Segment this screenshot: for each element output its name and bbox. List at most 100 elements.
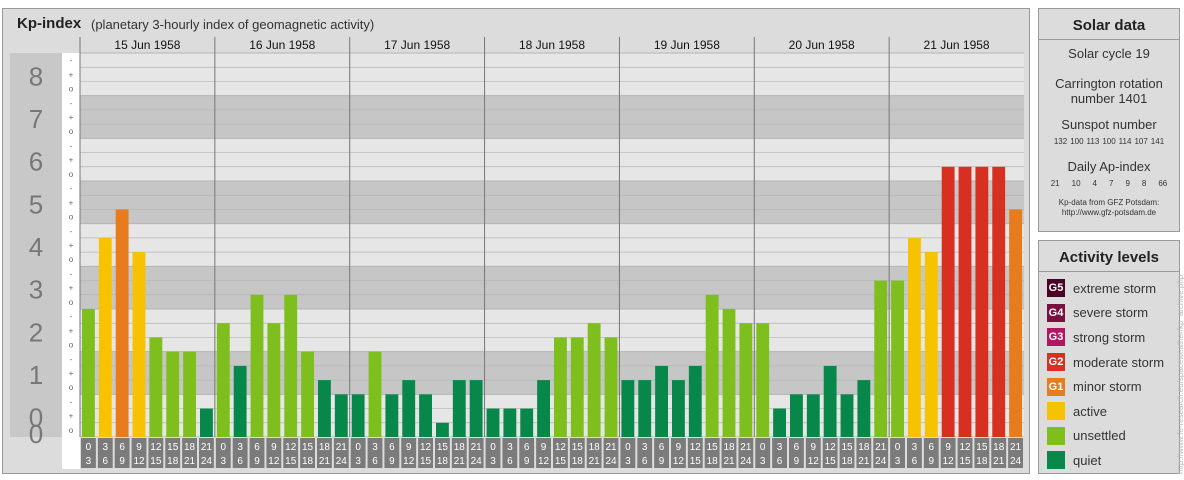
interval-start-label: 3	[912, 442, 918, 453]
kp-bar	[739, 323, 753, 437]
interval-end-label: 24	[336, 456, 348, 467]
interval-start-label: 0	[490, 442, 496, 453]
interval-start-label: 6	[929, 442, 935, 453]
y-tick-label: 6	[29, 147, 43, 177]
minor-tick-label: o	[69, 255, 74, 264]
interval-end-label: 24	[605, 456, 617, 467]
legend-swatch: G3	[1047, 328, 1065, 347]
solar-data-title: Solar data	[1072, 17, 1146, 34]
interval-end-label: 24	[471, 456, 483, 467]
source-link[interactable]: http://www.gfz-potsdam.de	[1039, 208, 1179, 218]
ap-value: 4	[1092, 179, 1097, 188]
minor-tick-label: -	[70, 355, 73, 364]
interval-start-label: 18	[858, 442, 870, 453]
interval-start-label: 12	[825, 442, 837, 453]
interval-start-label: 12	[690, 442, 702, 453]
interval-end-label: 12	[538, 456, 550, 467]
legend-swatch: G2	[1047, 353, 1065, 372]
interval-end-label: 15	[690, 456, 702, 467]
interval-end-label: 21	[993, 456, 1005, 467]
ap-value: 9	[1125, 179, 1130, 188]
kp-bar	[82, 309, 95, 437]
kp-bar	[655, 365, 668, 437]
interval-start-label: 6	[119, 442, 125, 453]
kp-bar	[790, 394, 803, 437]
sunspot-value: 107	[1134, 137, 1148, 146]
kp-bar	[284, 294, 298, 437]
interval-end-label: 6	[912, 456, 918, 467]
interval-end-label: 15	[555, 456, 567, 467]
minor-tick-label: +	[69, 198, 74, 207]
kp-bar	[823, 365, 837, 437]
interval-start-label: 21	[471, 442, 483, 453]
kp-bar	[638, 380, 652, 437]
kp-bar	[469, 380, 483, 437]
interval-end-label: 6	[372, 456, 378, 467]
grid-band	[80, 95, 1024, 139]
interval-start-label: 3	[777, 442, 783, 453]
day-label: 16 Jun 1958	[249, 38, 315, 52]
interval-start-label: 18	[993, 442, 1005, 453]
kp-bar	[98, 237, 112, 437]
interval-end-label: 12	[268, 456, 280, 467]
interval-start-label: 18	[589, 442, 601, 453]
legend-item: G1 minor storm	[1039, 374, 1179, 399]
interval-end-label: 18	[841, 456, 853, 467]
interval-end-label: 6	[642, 456, 648, 467]
interval-end-label: 6	[237, 456, 243, 467]
interval-start-label: 21	[336, 442, 348, 453]
watermark-url: http://www.fe-research.eu/spaceweather/k…	[1176, 274, 1184, 474]
kp-bar	[621, 380, 635, 437]
carrington-line-2: number 1401	[1070, 91, 1148, 106]
interval-start-label: 21	[875, 442, 887, 453]
kp-bar	[149, 337, 163, 437]
minor-tick-label: o	[69, 298, 74, 307]
interval-start-label: 9	[406, 442, 412, 453]
interval-end-label: 18	[167, 456, 179, 467]
interval-start-label: 12	[959, 442, 971, 453]
ap-value: 66	[1158, 179, 1168, 188]
legend-item: G2 moderate storm	[1039, 350, 1179, 375]
kp-bar	[115, 209, 129, 437]
legend-item: G3 strong storm	[1039, 325, 1179, 350]
day-label: 17 Jun 1958	[384, 38, 450, 52]
interval-start-label: 9	[811, 442, 817, 453]
interval-start-label: 18	[184, 442, 196, 453]
chart-title: Kp-index	[17, 15, 82, 32]
kp-bar	[587, 323, 601, 437]
interval-end-label: 18	[572, 456, 584, 467]
kp-bar	[908, 237, 921, 437]
interval-start-label: 9	[676, 442, 682, 453]
interval-start-label: 9	[136, 442, 142, 453]
chart-subtitle: (planetary 3-hourly index of geomagnetic…	[91, 17, 375, 32]
interval-end-label: 3	[490, 456, 496, 467]
kp-bar	[452, 380, 466, 437]
kp-bar	[570, 337, 584, 437]
interval-start-label: 15	[841, 442, 853, 453]
interval-start-label: 0	[221, 442, 227, 453]
interval-start-label: 3	[642, 442, 648, 453]
minor-tick-label: o	[69, 213, 74, 222]
minor-tick-label: +	[69, 113, 74, 122]
interval-end-label: 21	[589, 456, 601, 467]
interval-end-label: 15	[285, 456, 297, 467]
grid-band	[80, 223, 1024, 267]
interval-end-label: 9	[659, 456, 665, 467]
kp-bar	[722, 309, 736, 437]
kp-bar	[166, 351, 180, 437]
interval-start-label: 9	[541, 442, 547, 453]
interval-start-label: 0	[86, 442, 92, 453]
kp-bar	[385, 394, 399, 437]
interval-start-label: 15	[437, 442, 449, 453]
interval-start-label: 6	[524, 442, 530, 453]
activity-legend: G5 extreme storm G4 severe storm G3 strong st…	[1039, 276, 1179, 473]
interval-end-label: 9	[119, 456, 125, 467]
y-tick-label: 1	[29, 360, 43, 390]
interval-start-label: 15	[976, 442, 988, 453]
minor-tick-label: -	[70, 397, 73, 406]
interval-start-label: 18	[723, 442, 735, 453]
interval-end-label: 21	[723, 456, 735, 467]
ap-value: 8	[1141, 179, 1147, 188]
minor-tick-label: +	[69, 326, 74, 335]
interval-end-label: 12	[133, 456, 145, 467]
